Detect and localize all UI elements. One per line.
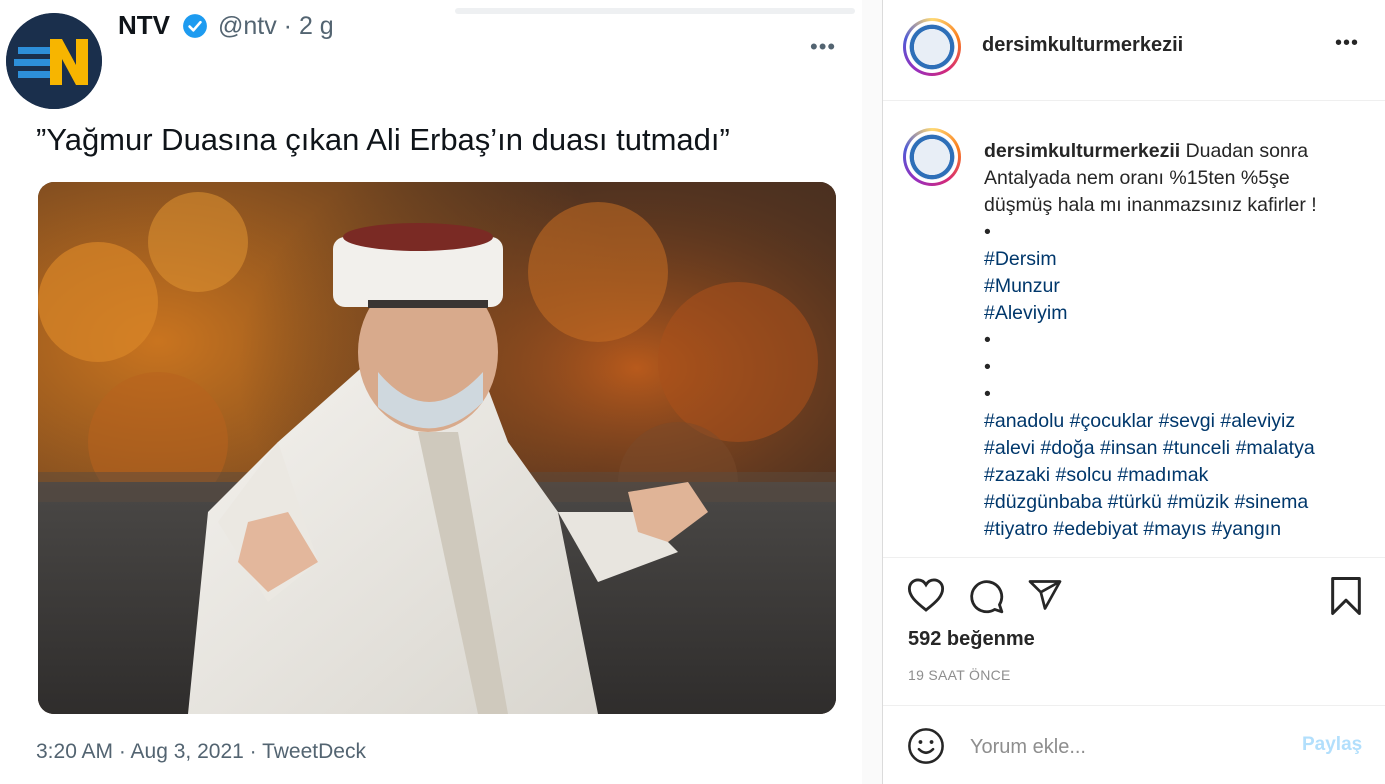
hashtag-link[interactable]: #anadolu (984, 410, 1064, 432)
tweet-author-name[interactable]: NTV (118, 10, 170, 41)
hashtag-link[interactable]: #insan (1100, 437, 1157, 459)
comment-input[interactable] (968, 732, 1272, 762)
hashtag-link[interactable]: #mayıs (1143, 518, 1206, 540)
comment-icon[interactable] (967, 577, 1005, 620)
caption-bullet: • (984, 356, 991, 378)
actions-divider (883, 557, 1385, 558)
heart-icon[interactable] (907, 577, 945, 618)
comment-divider (883, 705, 1385, 706)
share-comment-button[interactable]: Paylaş (1302, 734, 1362, 756)
hashtag-link[interactable]: #madımak (1117, 464, 1208, 486)
instagram-post-panel: dersimkulturmerkezii ••• dersimkulturmer… (883, 0, 1385, 784)
caption-bullet: • (984, 329, 991, 351)
hashtag-link[interactable]: #doğa (1040, 437, 1094, 459)
hashtag-link[interactable]: #yangın (1212, 518, 1281, 540)
caption-text: Duadan sonra (1185, 140, 1309, 162)
hashtag-link[interactable]: #düzgünbaba (984, 491, 1102, 513)
caption-bullet: • (984, 383, 991, 405)
likes-count[interactable]: 592 beğenme (908, 628, 1035, 651)
caption-text: düşmüş hala mı inanmazsınız kafirler ! (984, 194, 1317, 216)
header-username[interactable]: dersimkulturmerkezii (982, 34, 1183, 57)
hashtag-link[interactable]: #tiyatro (984, 518, 1048, 540)
send-icon[interactable] (1026, 577, 1064, 618)
hashtag-link[interactable]: #edebiyat (1053, 518, 1138, 540)
hashtag-link[interactable]: #Aleviyim (984, 302, 1067, 324)
hashtag-link[interactable]: #sevgi (1159, 410, 1215, 432)
hashtag-link[interactable]: #türkü (1108, 491, 1162, 513)
hashtag-link[interactable]: #malatya (1236, 437, 1315, 459)
tweet-more-button[interactable]: ••• (810, 34, 836, 60)
hashtag-link[interactable]: #Dersim (984, 248, 1057, 270)
post-timestamp[interactable]: 19 SAAT ÖNCE (908, 667, 1011, 683)
hashtag-link[interactable]: #müzik (1167, 491, 1229, 513)
profile-avatar[interactable] (903, 18, 961, 76)
tweet-handle[interactable]: @ntv · 2 g (218, 12, 334, 41)
emoji-icon[interactable] (907, 727, 945, 770)
hashtag-link[interactable]: #Munzur (984, 275, 1060, 297)
hashtag-link[interactable]: #tunceli (1163, 437, 1230, 459)
bookmark-icon[interactable] (1328, 576, 1364, 621)
caption-bullet: • (984, 221, 991, 243)
hashtag-link[interactable]: #aleviyiz (1220, 410, 1295, 432)
post-caption: dersimkulturmerkezii Duadan sonra Antaly… (984, 138, 1364, 543)
caption-username[interactable]: dersimkulturmerkezii (984, 140, 1180, 162)
hashtag-link[interactable]: #zazaki (984, 464, 1050, 486)
caption-text: Antalyada nem oranı %15ten %5şe (984, 167, 1290, 189)
hashtag-link[interactable]: #sinema (1234, 491, 1308, 513)
post-header: dersimkulturmerkezii ••• (883, 0, 1385, 101)
ntv-logo-icon[interactable] (6, 13, 102, 109)
tweet-card: NTV @ntv · 2 g ••• ”Yağmur Duasına çıkan… (0, 0, 862, 784)
tweet-photo[interactable] (38, 182, 836, 714)
post-options-button[interactable]: ••• (1335, 32, 1359, 55)
hashtag-link[interactable]: #alevi (984, 437, 1035, 459)
hashtag-link[interactable]: #çocuklar (1070, 410, 1153, 432)
tweet-text: ”Yağmur Duasına çıkan Ali Erbaş’ın duası… (36, 122, 730, 157)
tweet-top-edge (455, 8, 855, 14)
verified-badge-icon (182, 13, 208, 39)
caption-avatar[interactable] (903, 128, 961, 186)
tweet-meta: 3:20 AM · Aug 3, 2021 · TweetDeck (36, 740, 366, 763)
hashtag-link[interactable]: #solcu (1056, 464, 1112, 486)
